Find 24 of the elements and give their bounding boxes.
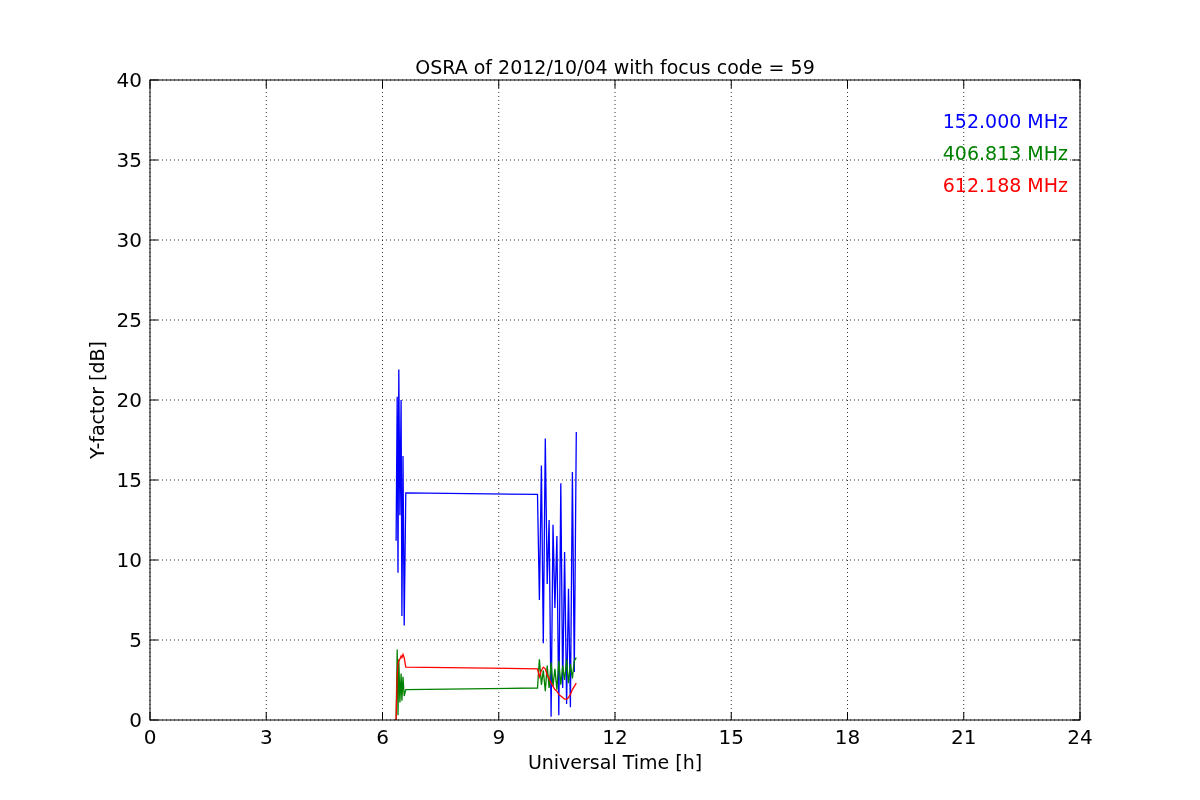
x-tick-label: 6 bbox=[376, 725, 389, 749]
y-tick-label: 10 bbox=[116, 548, 142, 572]
x-axis-label: Universal Time [h] bbox=[527, 751, 703, 773]
x-tick-label: 3 bbox=[259, 725, 273, 749]
legend-label: 406.813 MHz bbox=[942, 142, 1068, 164]
x-tick-label: 9 bbox=[492, 725, 506, 749]
y-tick-label: 25 bbox=[116, 308, 142, 332]
y-axis-label: Y-factor [dB] bbox=[86, 341, 108, 459]
x-tick-label: 21 bbox=[951, 725, 977, 749]
legend-label: 152.000 MHz bbox=[942, 110, 1068, 132]
y-tick-label: 35 bbox=[116, 148, 142, 172]
x-tick-label: 0 bbox=[143, 725, 157, 749]
chart-title: OSRA of 2012/10/04 with focus code = 59 bbox=[415, 56, 815, 78]
x-tick-label: 12 bbox=[602, 725, 628, 749]
x-tick-label: 18 bbox=[834, 725, 861, 749]
y-tick-label: 5 bbox=[129, 628, 142, 652]
legend-label: 612.188 MHz bbox=[942, 174, 1068, 196]
y-tick-label: 40 bbox=[116, 68, 142, 92]
y-tick-label: 0 bbox=[129, 708, 142, 732]
x-tick-label: 15 bbox=[718, 725, 744, 749]
y-tick-label: 15 bbox=[116, 468, 142, 492]
y-tick-label: 30 bbox=[116, 228, 142, 252]
y-tick-label: 20 bbox=[116, 388, 142, 412]
x-tick-label: 24 bbox=[1067, 725, 1093, 749]
